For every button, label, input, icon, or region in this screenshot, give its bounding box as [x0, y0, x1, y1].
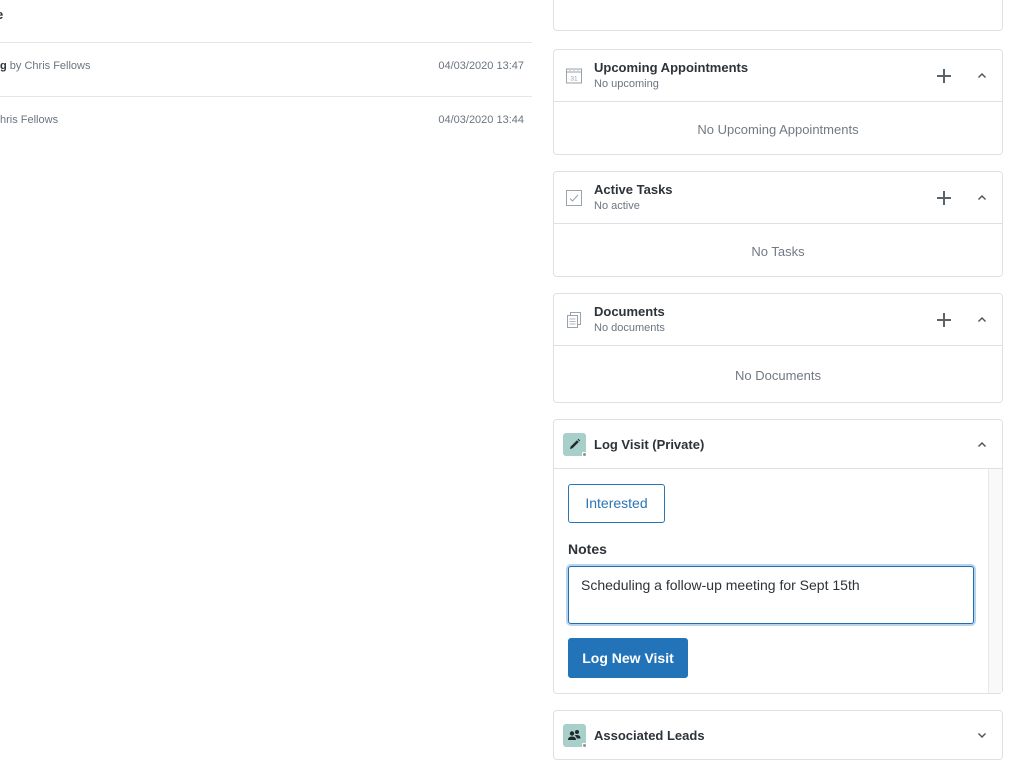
notes-input[interactable] — [568, 566, 974, 624]
collapse-documents-button[interactable] — [972, 310, 992, 330]
chevron-up-icon — [978, 317, 986, 322]
activity-row[interactable]: g by Chris Fellows 04/03/2020 13:47 — [0, 43, 532, 97]
panel-title: Log Visit (Private) — [594, 437, 705, 452]
activity-timestamp: 04/03/2020 13:44 — [438, 114, 524, 126]
documents-empty: No Documents — [735, 368, 821, 383]
chevron-up-icon — [978, 73, 986, 78]
collapse-appointments-button[interactable] — [972, 66, 992, 86]
panel-title: Active Tasks — [594, 182, 673, 197]
active-tasks-header[interactable]: Active Tasks No active — [554, 172, 1002, 224]
add-appointment-button[interactable] — [934, 66, 954, 86]
activity-feed: e g by Chris Fellows 04/03/2020 13:47 hr… — [0, 0, 532, 151]
activity-title-fragment: g — [0, 60, 7, 72]
pencil-icon — [563, 433, 587, 457]
checkbox-icon — [566, 190, 582, 206]
activity-row[interactable]: hris Fellows 04/03/2020 13:44 — [0, 97, 532, 151]
calendar-icon: 31 — [566, 68, 582, 84]
associated-leads-header[interactable]: Associated Leads — [554, 711, 1002, 759]
activity-header-title: e — [0, 7, 3, 22]
panel-title: Upcoming Appointments — [594, 60, 749, 75]
documents-header[interactable]: Documents No documents — [554, 294, 1002, 346]
collapse-tasks-button[interactable] — [972, 188, 992, 208]
activity-description: hris Fellows — [0, 114, 58, 126]
associated-leads-panel: Associated Leads — [553, 710, 1003, 760]
notes-label: Notes — [568, 541, 607, 557]
panel-subtitle: No documents — [594, 322, 665, 334]
people-icon — [563, 724, 587, 748]
log-visit-body: Interested Notes Log New Visit — [554, 469, 1002, 693]
collaborators-empty: No Collaborators — [554, 0, 1002, 32]
active-tasks-panel: Active Tasks No active No Tasks — [553, 171, 1003, 277]
activity-author: by Chris Fellows — [6, 60, 91, 72]
activity-timestamp: 04/03/2020 13:47 — [438, 60, 524, 72]
panel-title: Associated Leads — [594, 728, 705, 743]
status-interested-button[interactable]: Interested — [568, 484, 665, 523]
chevron-down-icon — [978, 733, 986, 738]
documents-panel: Documents No documents No Documents — [553, 293, 1003, 403]
svg-text:31: 31 — [570, 76, 578, 83]
expand-associated-leads-button[interactable] — [972, 725, 992, 745]
chevron-up-icon — [978, 442, 986, 447]
activity-description: g by Chris Fellows — [0, 60, 90, 72]
collapse-log-visit-button[interactable] — [972, 435, 992, 455]
collaborators-panel: No Collaborators — [553, 0, 1003, 31]
add-document-button[interactable] — [934, 310, 954, 330]
scrollbar[interactable] — [988, 469, 1002, 693]
add-task-button[interactable] — [934, 188, 954, 208]
activity-author: hris Fellows — [0, 114, 59, 126]
appointments-empty: No Upcoming Appointments — [697, 122, 859, 137]
panel-title: Documents — [594, 304, 665, 319]
upcoming-appointments-panel: 31 Upcoming Appointments No upcoming No … — [553, 49, 1003, 155]
upcoming-appointments-header[interactable]: 31 Upcoming Appointments No upcoming — [554, 50, 1002, 102]
log-visit-header[interactable]: Log Visit (Private) — [554, 420, 1002, 469]
panel-subtitle: No active — [594, 200, 640, 212]
log-new-visit-button[interactable]: Log New Visit — [568, 638, 688, 678]
activity-header: e — [0, 0, 532, 43]
chevron-up-icon — [978, 195, 986, 200]
panel-subtitle: No upcoming — [594, 78, 659, 90]
log-visit-panel: Log Visit (Private) Interested Notes Log… — [553, 419, 1003, 694]
tasks-empty: No Tasks — [751, 244, 805, 259]
documents-icon — [567, 312, 581, 328]
